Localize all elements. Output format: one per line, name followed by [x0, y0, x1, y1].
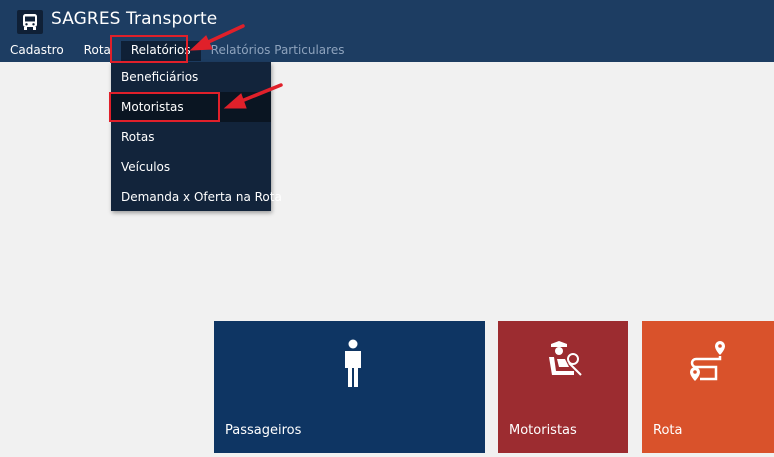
route-icon	[690, 341, 725, 381]
tile-passageiros[interactable]: Passageiros	[214, 321, 485, 453]
tile-label-rota: Rota	[653, 423, 683, 438]
dropdown-item-demanda-oferta[interactable]: Demanda x Oferta na Rota	[111, 182, 282, 212]
dropdown-item-rotas[interactable]: Rotas	[111, 122, 271, 152]
app-title: SAGRES Transporte	[51, 9, 218, 29]
dropdown-item-beneficiarios[interactable]: Beneficiários	[111, 62, 271, 92]
menu-relatorios[interactable]: Relatórios	[120, 41, 201, 61]
bus-icon[interactable]	[17, 10, 43, 34]
menu-rota[interactable]: Rota	[74, 41, 121, 61]
person-icon	[345, 339, 361, 387]
relatorios-dropdown: Beneficiários Motoristas Rotas Veículos …	[111, 62, 282, 212]
tile-rota[interactable]: Rota	[642, 321, 774, 453]
menu-relatorios-particulares[interactable]: Relatórios Particulares	[201, 41, 355, 61]
top-bar: SAGRES Transporte Cadastro Rota Relatóri…	[0, 0, 774, 62]
main-menu: Cadastro Rota Relatórios Relatórios Part…	[0, 41, 354, 61]
tile-motoristas[interactable]: Motoristas	[498, 321, 628, 453]
tile-label-motoristas: Motoristas	[509, 423, 577, 438]
dropdown-item-motoristas[interactable]: Motoristas	[111, 92, 271, 122]
dropdown-item-veiculos[interactable]: Veículos	[111, 152, 271, 182]
menu-cadastro[interactable]: Cadastro	[0, 41, 74, 61]
tile-label-passageiros: Passageiros	[225, 423, 302, 438]
driver-icon	[549, 341, 582, 376]
